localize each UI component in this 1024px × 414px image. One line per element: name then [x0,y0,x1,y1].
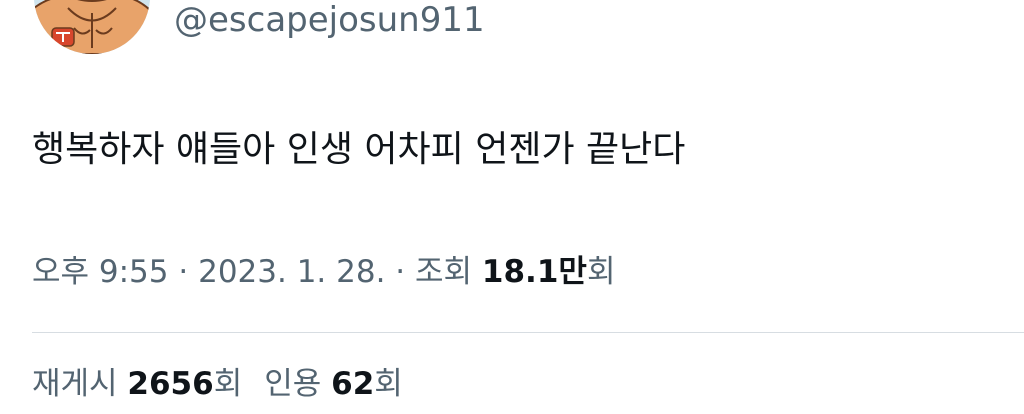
quotes-label: 인용 [264,366,322,402]
meta-separator: · [395,254,406,290]
retweets-suffix: 회 [213,366,243,402]
quotes-stat[interactable]: 인용 62회 [264,366,403,402]
avatar[interactable] [34,0,150,54]
cartoon-avatar-icon [34,0,150,54]
engagement-stats: 재게시 2656회 인용 62회 [32,362,403,406]
views-unit: 만 [558,254,587,290]
tweet-date[interactable]: 2023. 1. 28. [198,254,385,290]
retweets-stat[interactable]: 재게시 2656회 [32,366,242,402]
author-handle[interactable]: @escapejosun911 [174,0,485,40]
views-count[interactable]: 18.1만 [482,254,587,290]
tweet-time[interactable]: 오후 9:55 [32,254,169,290]
views-number: 18.1 [481,254,559,290]
tweet-meta: 오후 9:55 · 2023. 1. 28. · 조회 18.1만회 [32,250,615,294]
divider [32,332,1024,333]
views-suffix: 회 [586,254,616,290]
tweet-text: 행복하자 얘들아 인생 어차피 언젠가 끝난다 [32,129,686,170]
meta-separator: · [178,254,189,290]
retweets-label: 재게시 [32,366,118,402]
retweets-count: 2656 [127,366,214,402]
quotes-suffix: 회 [374,366,403,402]
views-label: 조회 [415,254,473,290]
quotes-count: 62 [331,366,375,402]
